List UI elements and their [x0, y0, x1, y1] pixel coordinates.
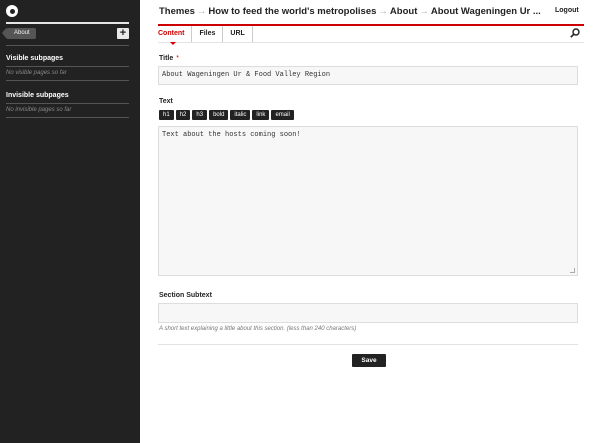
italic-button[interactable]: italic — [230, 110, 251, 120]
text-label: Text — [159, 98, 173, 105]
sidebar-divider — [6, 66, 129, 67]
title-label: Title * — [159, 55, 179, 62]
sidebar-divider — [6, 103, 129, 104]
parent-breadcrumb-button[interactable]: About — [2, 28, 36, 39]
email-button[interactable]: email — [271, 110, 294, 120]
visible-subpages-empty-text: No visible pages so far — [6, 70, 67, 76]
invisible-subpages-empty-text: No invisible pages so far — [6, 107, 72, 113]
breadcrumb: Themes → How to feed the world's metropoli… — [159, 6, 549, 17]
link-button[interactable]: link — [252, 110, 270, 120]
section-subtext-input[interactable] — [158, 303, 578, 323]
breadcrumb-arrow-icon: → — [419, 6, 429, 17]
logo-icon[interactable] — [6, 5, 18, 17]
header: Themes → How to feed the world's metropoli… — [140, 0, 597, 24]
invisible-subpages-heading: Invisible subpages — [6, 92, 69, 99]
text-area-value: Text about the hosts coming soon! — [162, 131, 301, 139]
breadcrumb-arrow-icon: → — [378, 6, 388, 17]
text-area[interactable]: Text about the hosts coming soon! — [158, 126, 578, 276]
resize-handle-icon[interactable] — [570, 268, 575, 273]
section-subtext-hint: A short text explaining a little about t… — [159, 326, 357, 332]
section-subtext-label: Section Subtext — [159, 292, 212, 299]
breadcrumb-item[interactable]: How to feed the world's metropolises — [208, 6, 376, 17]
tab-url[interactable]: URL — [223, 26, 253, 43]
active-tab-marker — [170, 42, 176, 45]
title-label-text: Title — [159, 55, 174, 62]
title-input[interactable]: About Wageningen Ur & Food Valley Region — [158, 66, 578, 85]
tab-divider — [158, 42, 584, 43]
sidebar-divider — [6, 80, 129, 81]
breadcrumb-item[interactable]: About — [390, 6, 417, 17]
breadcrumb-item-current: About Wageningen Ur ... — [430, 6, 541, 17]
required-marker: * — [176, 55, 179, 62]
sidebar-divider — [6, 117, 129, 118]
add-page-button[interactable]: + — [117, 28, 129, 39]
breadcrumb-arrow-icon: → — [196, 6, 207, 17]
logout-link[interactable]: Logout — [555, 7, 579, 14]
tab-files[interactable]: Files — [192, 26, 224, 43]
sidebar-divider — [6, 45, 129, 46]
tab-bar: Content Files URL — [158, 26, 253, 43]
h1-button[interactable]: h1 — [159, 110, 174, 120]
save-button[interactable]: Save — [352, 354, 386, 367]
form-divider — [158, 344, 578, 345]
bold-button[interactable]: bold — [209, 110, 229, 120]
breadcrumb-item[interactable]: Themes — [159, 6, 195, 17]
h3-button[interactable]: h3 — [192, 110, 208, 120]
sidebar-divider — [6, 22, 129, 24]
sidebar: About + Visible subpages No visible page… — [0, 0, 140, 443]
visible-subpages-heading: Visible subpages — [6, 55, 64, 62]
search-icon[interactable] — [570, 28, 580, 38]
text-toolbar: h1 h2 h3 bold italic link email — [159, 110, 294, 120]
tab-content[interactable]: Content — [158, 26, 193, 43]
h2-button[interactable]: h2 — [175, 110, 191, 120]
